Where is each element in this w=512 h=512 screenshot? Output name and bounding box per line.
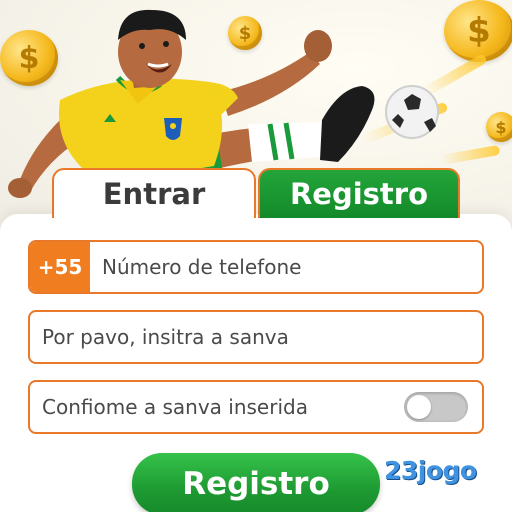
tab-login[interactable]: Entrar [52,168,256,218]
tab-register[interactable]: Registro [258,168,460,218]
brand-logo: 23jogo [384,456,477,485]
soccer-ball-icon [385,85,439,139]
phone-field: +55 [28,240,484,294]
phone-input[interactable] [90,242,482,292]
register-submit-button[interactable]: Registro [132,453,380,512]
toggle-switch-icon[interactable] [404,392,468,422]
password-input[interactable] [30,312,482,362]
password-field [28,310,484,364]
confirm-password-field [28,380,484,434]
country-code-prefix[interactable]: +55 [30,242,90,292]
toggle-knob [407,395,431,419]
